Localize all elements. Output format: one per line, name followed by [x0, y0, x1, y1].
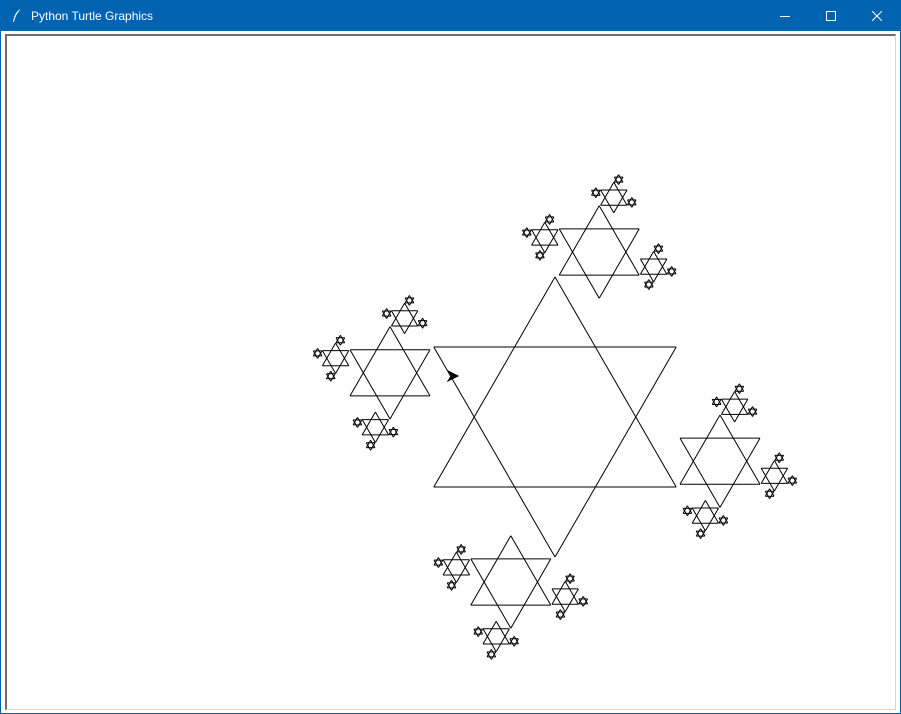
- feather-pen-icon: [13, 8, 22, 23]
- close-button[interactable]: [854, 1, 900, 31]
- maximize-icon: [826, 11, 836, 21]
- maximize-button[interactable]: [808, 1, 854, 31]
- minimize-icon: [780, 16, 790, 17]
- title-bar[interactable]: Python Turtle Graphics: [1, 1, 900, 31]
- window-controls: [762, 1, 900, 31]
- close-icon: [872, 11, 882, 21]
- turtle-drawing: [312, 174, 798, 660]
- window-title: Python Turtle Graphics: [31, 9, 154, 23]
- turtle-window: Python Turtle Graphics: [0, 0, 901, 714]
- fractal-star-lines: [312, 174, 798, 660]
- turtle-canvas[interactable]: [5, 34, 896, 710]
- minimize-button[interactable]: [762, 1, 808, 31]
- window-client-area: [1, 31, 900, 713]
